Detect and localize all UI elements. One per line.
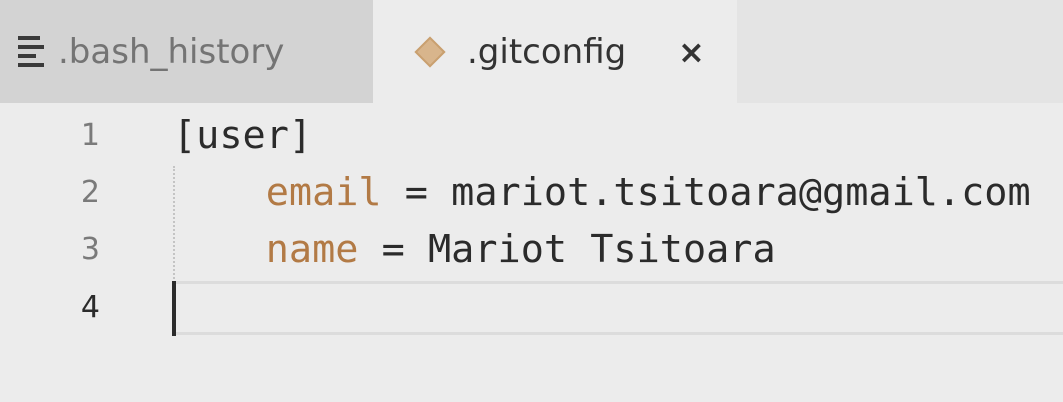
config-value: mariot.tsitoara@gmail.com: [451, 170, 1031, 215]
config-value: Mariot Tsitoara: [427, 227, 776, 272]
line-number: 3: [80, 232, 100, 267]
lines-icon: [18, 36, 44, 67]
line-number: 2: [80, 175, 100, 210]
code-line: 2 email = mariot.tsitoara@gmail.com: [0, 164, 1063, 221]
separator: =: [358, 227, 428, 272]
git-icon: [414, 35, 446, 68]
code-line: 4: [0, 279, 1063, 336]
config-key: email: [265, 170, 382, 215]
code-line: 1 [user]: [0, 107, 1063, 164]
line-number: 4: [80, 290, 100, 325]
tab-gitconfig[interactable]: .gitconfig ×: [373, 0, 737, 103]
line-text: [user]: [173, 113, 313, 158]
code-editor[interactable]: 1 [user] 2 email = mariot.tsitoara@gmail…: [0, 103, 1063, 402]
separator: =: [381, 170, 452, 215]
config-key: name: [265, 227, 359, 272]
tab-bash-history[interactable]: .bash_history: [0, 0, 373, 103]
tab-label: .gitconfig: [467, 31, 627, 72]
line-number: 1: [80, 118, 100, 153]
close-icon[interactable]: ×: [678, 33, 705, 71]
tab-label: .bash_history: [58, 31, 285, 72]
code-line: 3 name = Mariot Tsitoara: [0, 221, 1063, 278]
text-cursor: [172, 281, 176, 336]
tab-bar: .bash_history .gitconfig ×: [0, 0, 1063, 103]
